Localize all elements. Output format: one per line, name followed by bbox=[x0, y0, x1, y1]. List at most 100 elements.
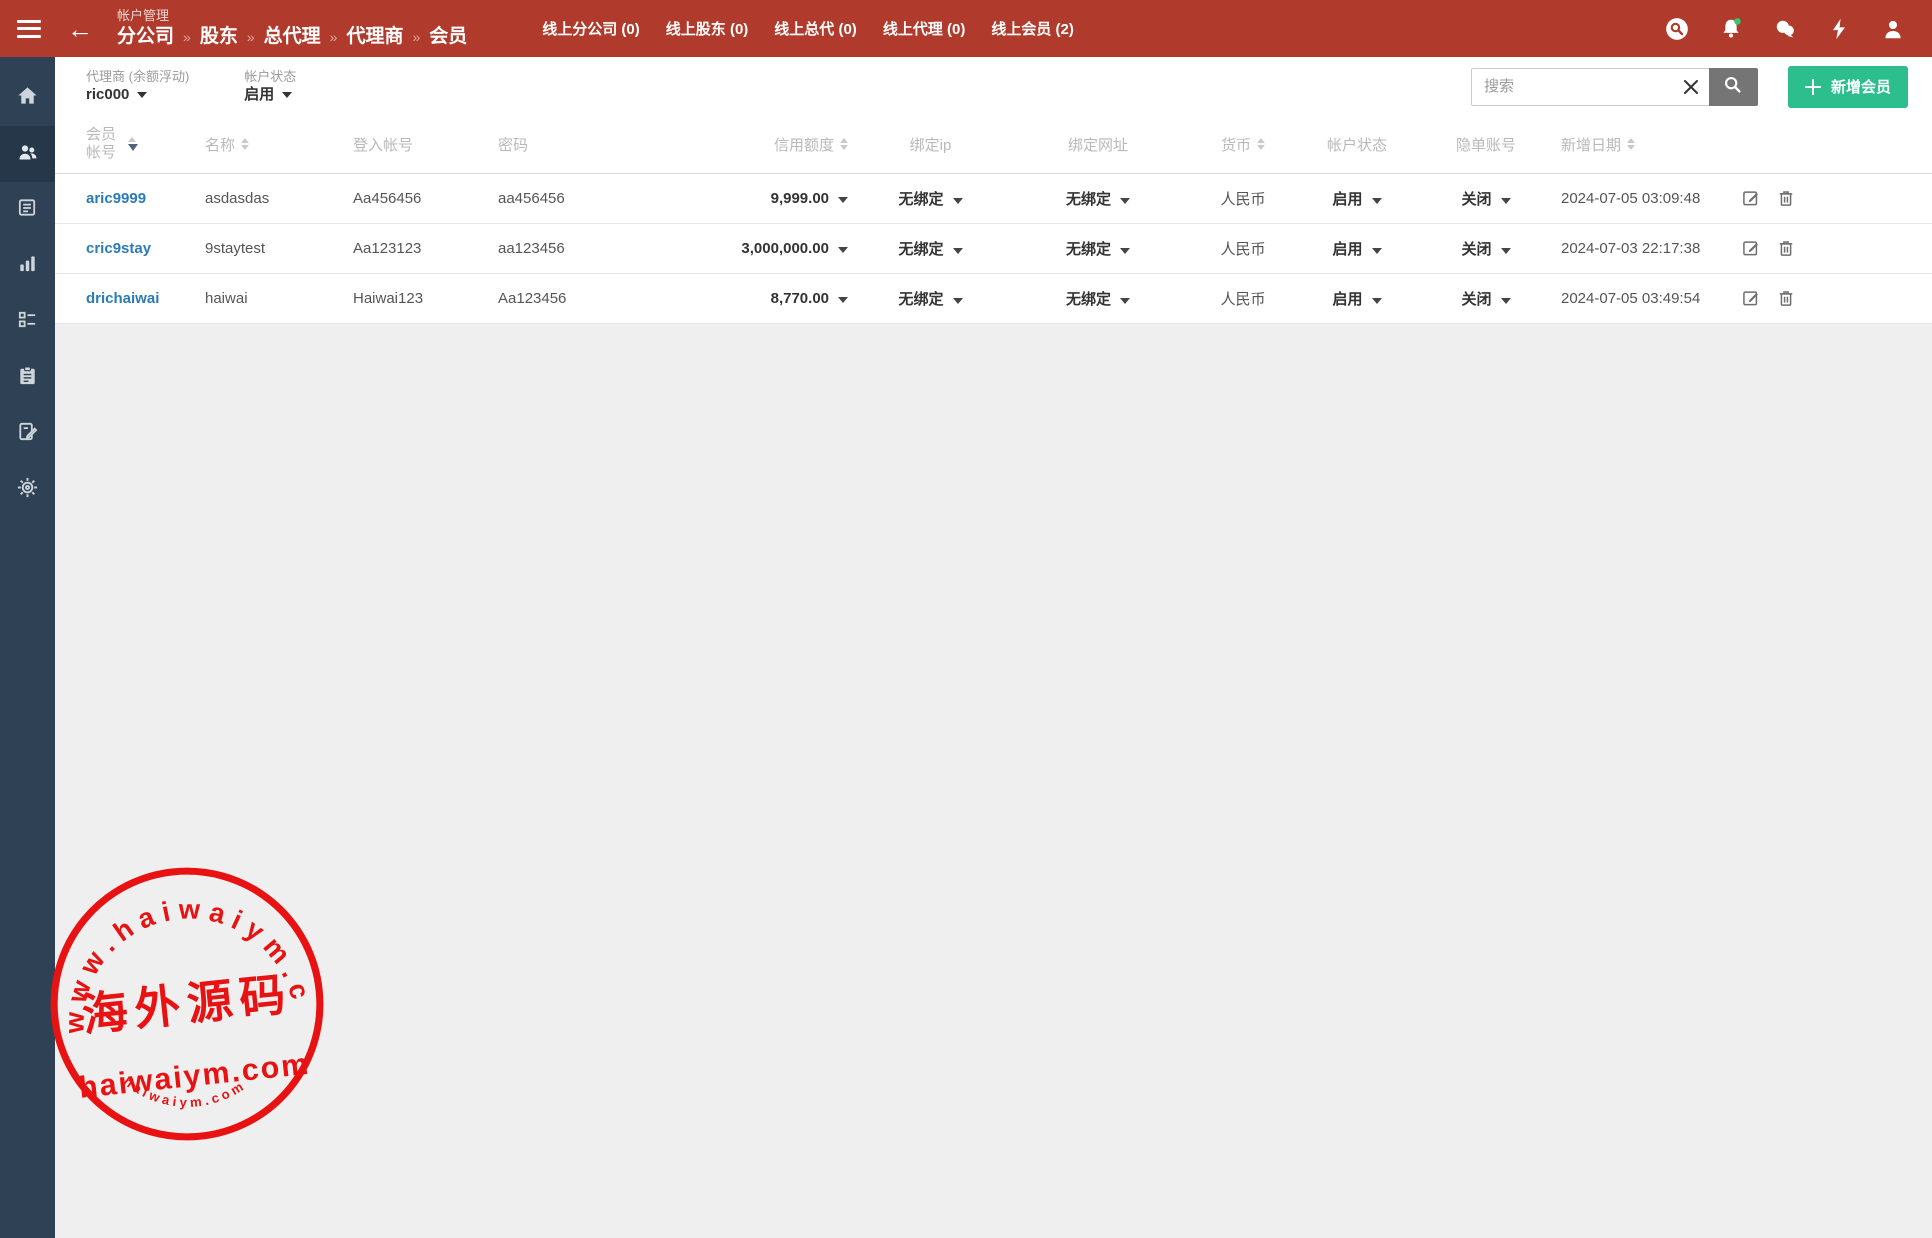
table-header-row: 会员帐号 名称 登入帐号 密码 信用额度 绑定ip bbox=[55, 116, 1932, 173]
breadcrumb-separator: » bbox=[183, 29, 191, 45]
breadcrumb-item[interactable]: 代理商 bbox=[346, 26, 403, 48]
notifications-bell-icon[interactable] bbox=[1718, 16, 1744, 42]
search-button[interactable] bbox=[1709, 68, 1758, 106]
delete-trash-icon[interactable] bbox=[1776, 238, 1796, 258]
agent-filter-dropdown[interactable]: ric000 bbox=[86, 86, 189, 104]
hide-account-dropdown[interactable]: 关闭 bbox=[1461, 291, 1510, 308]
chevron-down-icon bbox=[838, 197, 848, 203]
online-count-tabs: 线上分公司 (0) 线上股东 (0) 线上总代 (0) 线上代理 (0) 线上会… bbox=[542, 18, 1074, 39]
chevron-down-icon bbox=[1372, 298, 1382, 304]
breadcrumb-item[interactable]: 会员 bbox=[429, 26, 467, 48]
bind-ip-dropdown[interactable]: 无绑定 bbox=[898, 191, 962, 208]
sort-icon[interactable] bbox=[128, 137, 138, 151]
member-currency: 人民币 bbox=[1183, 223, 1303, 273]
sidebar-item-settings[interactable] bbox=[0, 462, 55, 518]
sort-icon[interactable] bbox=[1257, 138, 1265, 150]
sidebar-item-reports[interactable] bbox=[0, 182, 55, 238]
document-icon bbox=[16, 196, 39, 224]
status-dropdown[interactable]: 启用 bbox=[1332, 241, 1381, 258]
member-login: Aa456456 bbox=[353, 173, 498, 223]
add-member-button[interactable]: 新增会员 bbox=[1788, 66, 1908, 108]
bind-ip-dropdown[interactable]: 无绑定 bbox=[898, 291, 962, 308]
sort-icon[interactable] bbox=[840, 138, 848, 150]
top-bar: ← 帐户管理 分公司 » 股东 » 总代理 » 代理商 » 会员 线上分公司 (… bbox=[0, 0, 1932, 57]
chevron-down-icon bbox=[1120, 198, 1130, 204]
breadcrumb: 帐户管理 分公司 » 股东 » 总代理 » 代理商 » 会员 bbox=[117, 9, 467, 48]
back-arrow-icon[interactable]: ← bbox=[67, 16, 93, 42]
sidebar-item-home[interactable] bbox=[0, 70, 55, 126]
hide-account-dropdown[interactable]: 关闭 bbox=[1461, 191, 1510, 208]
col-header-bind-url: 绑定网址 bbox=[1013, 116, 1183, 173]
sidebar-item-statistics[interactable] bbox=[0, 238, 55, 294]
sidebar-item-logs[interactable] bbox=[0, 406, 55, 462]
member-account-link[interactable]: drichaiwai bbox=[86, 290, 159, 307]
delete-trash-icon[interactable] bbox=[1776, 188, 1796, 208]
tab-online-master-agent[interactable]: 线上总代 (0) bbox=[774, 18, 857, 39]
user-profile-icon[interactable] bbox=[1880, 16, 1906, 42]
activity-bolt-icon[interactable] bbox=[1826, 16, 1852, 42]
bind-ip-dropdown[interactable]: 无绑定 bbox=[898, 241, 962, 258]
sort-icon[interactable] bbox=[241, 138, 249, 150]
tab-online-branch[interactable]: 线上分公司 (0) bbox=[542, 18, 640, 39]
member-password: Aa123456 bbox=[498, 273, 653, 323]
member-password: aa123456 bbox=[498, 223, 653, 273]
member-account-link[interactable]: cric9stay bbox=[86, 240, 151, 257]
global-search-icon[interactable] bbox=[1664, 16, 1690, 42]
hide-account-dropdown[interactable]: 关闭 bbox=[1461, 241, 1510, 258]
clipboard-icon bbox=[16, 364, 39, 392]
tab-online-shareholder[interactable]: 线上股东 (0) bbox=[666, 18, 749, 39]
sort-icon[interactable] bbox=[1627, 138, 1635, 150]
member-account-link[interactable]: aric9999 bbox=[86, 190, 146, 207]
credit-dropdown[interactable]: 9,999.00 bbox=[771, 190, 848, 207]
credit-dropdown[interactable]: 3,000,000.00 bbox=[741, 240, 848, 257]
messages-chat-icon[interactable] bbox=[1772, 16, 1798, 42]
col-header-credit[interactable]: 信用额度 bbox=[653, 116, 848, 173]
col-header-login: 登入帐号 bbox=[353, 116, 498, 173]
menu-icon[interactable] bbox=[17, 20, 41, 38]
col-header-name[interactable]: 名称 bbox=[205, 116, 353, 173]
breadcrumb-item[interactable]: 总代理 bbox=[264, 26, 321, 48]
bind-url-dropdown[interactable]: 无绑定 bbox=[1066, 291, 1130, 308]
chevron-down-icon bbox=[1501, 198, 1511, 204]
bar-chart-icon bbox=[16, 252, 39, 280]
breadcrumb-separator: » bbox=[247, 29, 255, 45]
file-edit-icon bbox=[16, 420, 39, 448]
created-date: 2024-07-05 03:09:48 bbox=[1561, 173, 1741, 223]
tab-online-agent[interactable]: 线上代理 (0) bbox=[883, 18, 966, 39]
delete-trash-icon[interactable] bbox=[1776, 288, 1796, 308]
tab-online-member[interactable]: 线上会员 (2) bbox=[991, 18, 1074, 39]
status-filter-label: 帐户状态 bbox=[244, 69, 296, 85]
clear-search-icon[interactable] bbox=[1681, 77, 1701, 97]
chevron-down-icon bbox=[1372, 198, 1382, 204]
edit-icon[interactable] bbox=[1741, 188, 1761, 208]
search-input[interactable] bbox=[1471, 68, 1709, 106]
chevron-down-icon bbox=[1120, 298, 1130, 304]
col-header-bind-ip: 绑定ip bbox=[848, 116, 1013, 173]
edit-icon[interactable] bbox=[1741, 288, 1761, 308]
home-icon bbox=[16, 84, 39, 112]
sidebar-item-accounts[interactable] bbox=[0, 126, 55, 182]
status-filter-dropdown[interactable]: 启用 bbox=[244, 86, 296, 104]
chevron-down-icon bbox=[1120, 248, 1130, 254]
col-header-account-status: 帐户状态 bbox=[1303, 116, 1411, 173]
status-dropdown[interactable]: 启用 bbox=[1332, 191, 1381, 208]
sidebar-item-management[interactable] bbox=[0, 294, 55, 350]
breadcrumb-item[interactable]: 分公司 bbox=[117, 26, 174, 48]
status-dropdown[interactable]: 启用 bbox=[1332, 291, 1381, 308]
edit-icon[interactable] bbox=[1741, 238, 1761, 258]
sidebar-item-orders[interactable] bbox=[0, 350, 55, 406]
col-header-currency[interactable]: 货币 bbox=[1183, 116, 1303, 173]
col-header-created-date[interactable]: 新增日期 bbox=[1561, 116, 1741, 173]
bind-url-dropdown[interactable]: 无绑定 bbox=[1066, 191, 1130, 208]
agent-filter-label: 代理商 (余额浮动) bbox=[86, 69, 189, 85]
filter-bar: 代理商 (余额浮动) ric000 帐户状态 启用 bbox=[55, 57, 1932, 116]
breadcrumb-item[interactable]: 股东 bbox=[200, 26, 238, 48]
sidebar-nav bbox=[0, 57, 55, 1238]
add-member-label: 新增会员 bbox=[1831, 76, 1891, 97]
bind-url-dropdown[interactable]: 无绑定 bbox=[1066, 241, 1130, 258]
credit-dropdown[interactable]: 8,770.00 bbox=[771, 290, 848, 307]
col-header-member-account[interactable]: 会员帐号 bbox=[55, 116, 205, 173]
section-label: 帐户管理 bbox=[117, 9, 467, 24]
member-login: Haiwai123 bbox=[353, 273, 498, 323]
chevron-down-icon bbox=[1501, 248, 1511, 254]
